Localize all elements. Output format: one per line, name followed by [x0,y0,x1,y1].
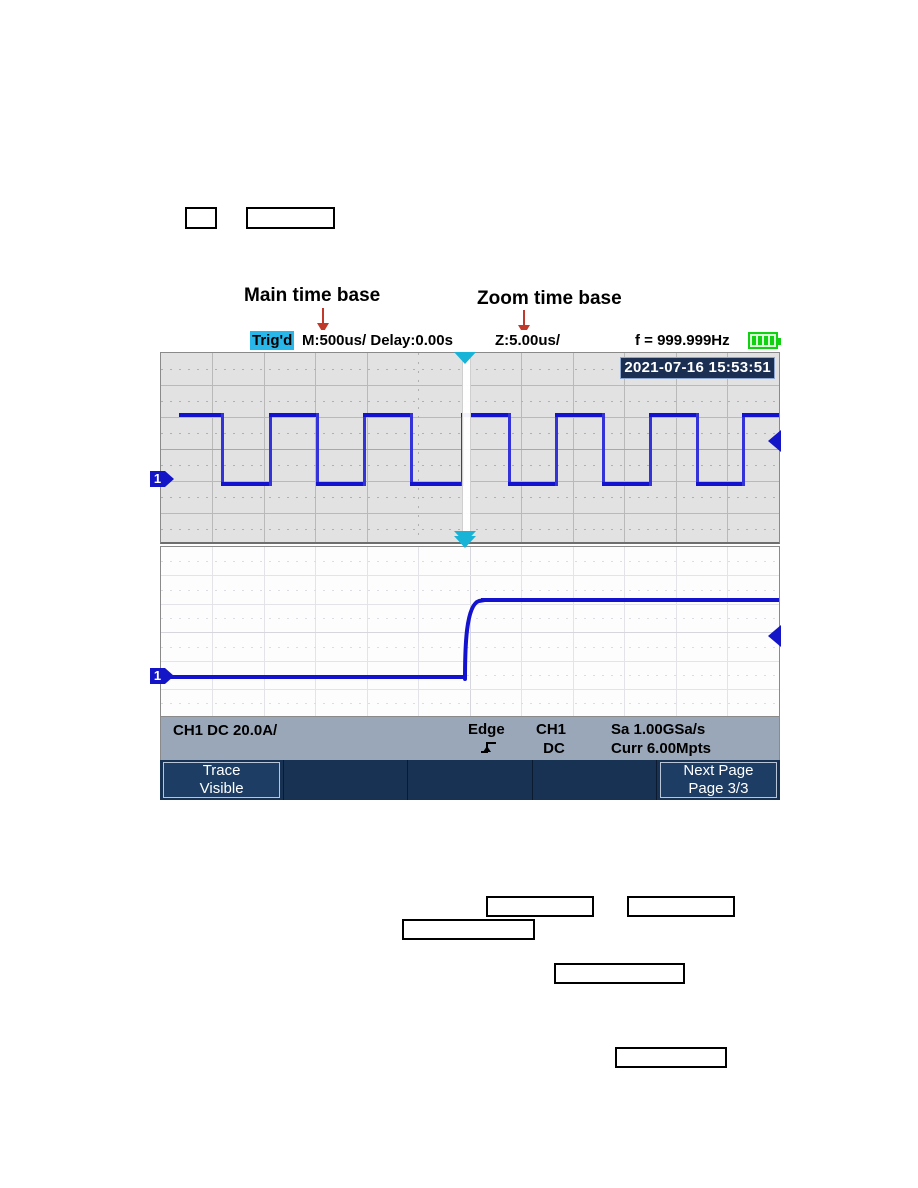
zoom-waveform-rising-edge [463,598,485,681]
waveform-segment [555,413,558,486]
softkey-3[interactable] [408,760,533,800]
waveform-segment [508,482,557,486]
waveform-segment [649,413,698,417]
channel-scale-readout[interactable]: CH1 DC 20.0A/ [173,721,277,740]
callout-main-time-base: Main time base [244,285,381,306]
scope-status-bar: Trig'd M:500us/ Delay:0.00s Z:5.00us/ f … [160,330,781,352]
waveform-segment [508,413,511,486]
callout-zoom-time-base: Zoom time base [477,288,622,309]
waveform-segment [602,482,651,486]
document-page: Main time base Zoom time base Trig'd M:5… [0,0,918,1188]
softkey-next-page[interactable]: Next Page Page 3/3 [657,760,780,800]
softkey-next-page-line2: Page 3/3 [688,780,749,797]
trigger-state-badge: Trig'd [250,331,295,350]
zoom-timebase-pane[interactable] [160,546,780,717]
channel-1-ground-marker-main[interactable]: 1 [150,471,174,487]
placeholder-box-6 [554,963,685,984]
battery-full-icon [748,332,781,349]
channel-1-ground-marker-zoom[interactable]: 1 [150,668,174,684]
softkey-trace-visible-line1: Trace [202,762,241,779]
waveform-segment [363,413,412,417]
channel-marker-label: 1 [150,668,165,684]
main-timebase-pane[interactable]: 2021-07-16 15:53:51 [160,352,780,544]
waveform-segment [221,413,224,486]
softkey-bar: Trace Visible Next Page Page 3/3 [160,760,780,800]
softkey-next-page-line1: Next Page [683,762,754,779]
softkey-trace-visible-line2: Visible [199,780,244,797]
zoom-window-band[interactable] [463,353,470,542]
zoom-timebase-readout[interactable]: Z:5.00us/ [495,331,560,350]
waveform-segment [410,413,413,486]
sample-rate-readout: Sa 1.00GSa/s [611,721,706,738]
softkey-4[interactable] [533,760,657,800]
waveform-segment [649,413,652,486]
waveform-segment [742,413,779,417]
placeholder-box-3 [486,896,594,917]
zoom-waveform-high [481,598,779,602]
acquisition-readout[interactable]: Sa 1.00GSa/s Curr 6.00Mpts [611,720,711,758]
waveform-segment [696,413,699,486]
trigger-level-marker-zoom[interactable] [768,625,781,647]
waveform-segment [742,413,745,486]
rising-edge-icon [481,742,496,753]
waveform-segment [410,482,463,486]
softkey-2[interactable] [284,760,409,800]
memory-depth-readout: Curr 6.00Mpts [611,740,712,757]
trigger-source-readout[interactable]: CH1 DC [536,720,566,758]
timestamp-badge: 2021-07-16 15:53:51 [620,357,775,379]
waveform-segment [696,482,744,486]
trigger-source-line2: DC [543,740,565,757]
waveform-segment [316,482,365,486]
waveform-segment [555,413,604,417]
waveform-segment [221,482,271,486]
waveform-segment [269,413,318,417]
scope-info-bar: CH1 DC 20.0A/ Edge CH1 DC Sa 1.00GSa/s C… [160,717,780,760]
placeholder-box-7 [615,1047,727,1068]
main-timebase-readout[interactable]: M:500us/ Delay:0.00s [302,331,453,350]
softkey-trace-visible[interactable]: Trace Visible [160,760,285,800]
waveform-segment [269,413,272,486]
waveform-segment [179,413,223,417]
oscilloscope-screen: Trig'd M:500us/ Delay:0.00s Z:5.00us/ f … [150,330,781,800]
frequency-readout: f = 999.999Hz [635,332,730,349]
waveform-segment [363,413,366,486]
zoom-waveform-low [161,675,465,679]
placeholder-box-1 [185,207,217,229]
placeholder-box-5 [402,919,535,940]
placeholder-box-4 [627,896,735,917]
zoom-trigger-marker[interactable] [454,536,476,548]
waveform-segment [602,413,605,486]
trigger-level-marker-main[interactable] [768,430,781,452]
trigger-type-readout[interactable]: Edge [468,720,505,739]
waveform-segment [316,413,319,486]
channel-marker-label: 1 [150,471,165,487]
placeholder-box-2 [246,207,335,229]
zoom-window-marker-top[interactable] [454,352,476,364]
trigger-source-line1: CH1 [536,721,567,738]
